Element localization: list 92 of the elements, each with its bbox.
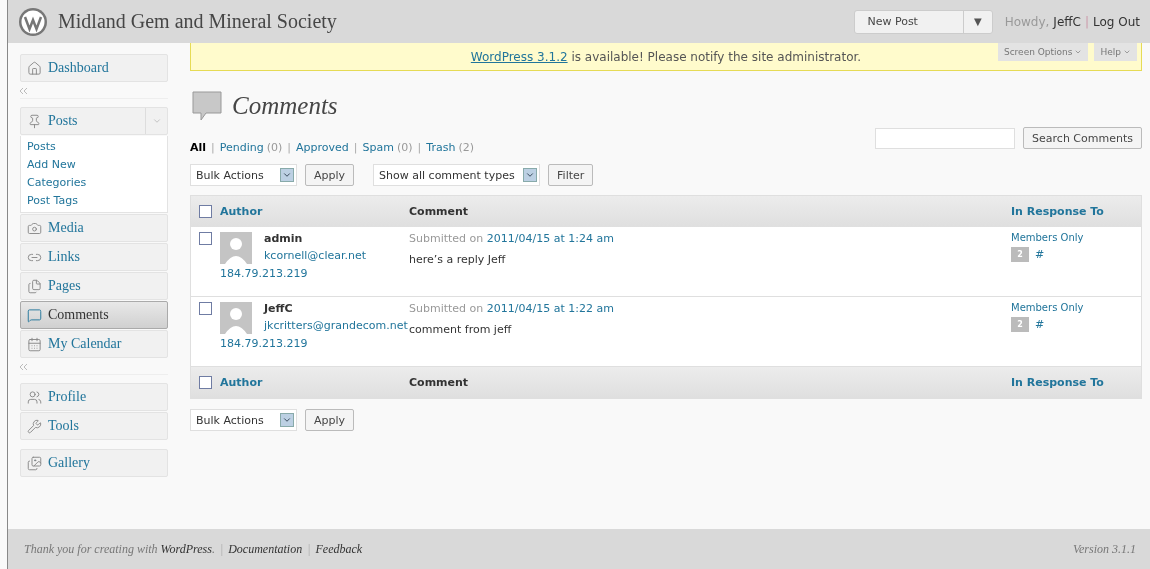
filter-link[interactable]: Pending — [219, 141, 264, 154]
divider: | — [211, 141, 215, 154]
column-header[interactable]: In Response To — [1011, 205, 1141, 218]
filter-link[interactable]: Trash — [426, 141, 456, 154]
footer-credit: Thank you for creating with WordPress. — [24, 541, 215, 557]
column-header: Comment — [409, 205, 470, 218]
filter-count: (0) — [397, 141, 413, 154]
filter-link[interactable]: All — [190, 141, 207, 154]
avatar-icon — [220, 302, 252, 334]
column-header[interactable]: In Response To — [1011, 376, 1141, 389]
select-all-checkbox[interactable] — [199, 376, 212, 390]
bulk-actions-select[interactable]: Bulk Actions — [190, 409, 297, 431]
menu-item[interactable]: Dashboard — [20, 54, 168, 82]
comment-type-select[interactable]: Show all comment types — [373, 164, 541, 186]
column-header[interactable]: Author — [220, 204, 263, 218]
post-link[interactable]: Members Only — [1011, 232, 1141, 243]
menu-item[interactable]: Media — [20, 214, 168, 242]
help-tab[interactable]: Help — [1094, 43, 1137, 61]
user-link[interactable]: JeffC — [1053, 14, 1081, 29]
camera-icon — [27, 220, 42, 236]
images-icon — [27, 455, 42, 471]
row-checkbox[interactable] — [199, 302, 212, 315]
filter-button[interactable]: Filter — [548, 164, 594, 186]
version-text: Version 3.1.1 — [1073, 541, 1136, 557]
row-checkbox[interactable] — [199, 232, 212, 245]
update-link[interactable]: WordPress 3.1.2 — [470, 49, 568, 64]
comment-text: here’s a reply Jeff — [409, 253, 507, 266]
divider: | — [353, 141, 358, 154]
dropdown-toggle[interactable]: ▼ — [962, 10, 992, 33]
author-ip[interactable]: 184.79.213.219 — [220, 267, 409, 280]
apply-button[interactable]: Apply — [305, 164, 355, 186]
apply-button[interactable]: Apply — [305, 409, 355, 431]
submenu-item[interactable]: Categories — [21, 174, 167, 192]
submitted-date: Submitted on 2011/04/15 at 1:24 am — [409, 232, 615, 245]
select-all-checkbox[interactable] — [199, 205, 212, 219]
avatar-icon — [220, 232, 252, 264]
author-email[interactable]: kcornell@clear.net — [264, 249, 366, 262]
search-button[interactable]: Search Comments — [1023, 127, 1142, 149]
house-icon — [27, 60, 42, 76]
divider: | — [307, 541, 311, 557]
bulk-actions-select[interactable]: Bulk Actions — [190, 164, 297, 186]
menu-item[interactable]: Links — [20, 243, 168, 271]
logout-link[interactable]: Log Out — [1093, 14, 1140, 29]
page-title: Comments — [232, 92, 338, 120]
footer-link[interactable]: Feedback — [315, 541, 363, 557]
logo-icon[interactable] — [18, 6, 48, 37]
menu-item[interactable]: Posts — [20, 107, 168, 135]
submenu-item[interactable]: Post Tags — [21, 192, 167, 210]
divider: | — [417, 141, 422, 154]
pin-icon — [27, 113, 42, 129]
author-email[interactable]: jkcritters@grandecom.net — [264, 319, 408, 332]
filter-count: (0) — [266, 141, 283, 154]
divider: | — [1084, 14, 1089, 29]
divider: | — [287, 141, 292, 154]
update-message: WordPress 3.1.2 is available! Please notify the site administrator. — [470, 49, 862, 64]
people-icon — [27, 389, 42, 405]
footer-link[interactable]: Documentation — [228, 541, 303, 557]
filter-link[interactable]: Approved — [296, 141, 349, 154]
tools-icon — [27, 418, 42, 434]
menu-item[interactable]: Gallery — [20, 449, 168, 477]
submitted-date: Submitted on 2011/04/15 at 1:22 am — [409, 302, 615, 315]
author-name: JeffC — [264, 302, 294, 315]
site-title[interactable]: Midland Gem and Mineral Society — [58, 10, 855, 33]
menu-item[interactable]: Pages — [20, 272, 168, 300]
date-link[interactable]: 2011/04/15 at 1:22 am — [486, 302, 614, 315]
divider: | — [219, 541, 224, 557]
filter-count: (2) — [458, 141, 474, 154]
speech-bubble-icon — [190, 89, 224, 123]
column-header: Comment — [409, 376, 470, 389]
submenu-item[interactable]: Posts — [21, 138, 167, 156]
post-link[interactable]: Members Only — [1011, 302, 1141, 313]
permalink[interactable]: # — [1035, 318, 1045, 331]
screen-options-tab[interactable]: Screen Options — [997, 43, 1089, 61]
pages-icon — [27, 278, 42, 294]
speech-bubble-icon — [27, 307, 42, 323]
menu-item[interactable]: My Calendar — [20, 330, 168, 358]
calendar-icon — [27, 336, 42, 352]
author-name: admin — [264, 232, 304, 245]
comment-text: comment from jeff — [409, 323, 513, 336]
menu-item[interactable]: Comments — [20, 301, 168, 329]
search-field[interactable] — [875, 127, 1016, 149]
author-ip[interactable]: 184.79.213.219 — [220, 337, 409, 350]
filter-link[interactable]: Spam — [362, 141, 394, 154]
permalink[interactable]: # — [1035, 248, 1045, 261]
menu-item[interactable]: Tools — [20, 412, 168, 440]
new-post-link[interactable]: New Post — [855, 15, 963, 28]
date-link[interactable]: 2011/04/15 at 1:24 am — [486, 232, 614, 245]
greeting-text: Howdy, — [1004, 14, 1050, 29]
wordpress-link[interactable]: WordPress — [160, 541, 212, 556]
menu-item[interactable]: Profile — [20, 383, 168, 411]
submenu-item[interactable]: Add New — [21, 156, 167, 174]
column-header[interactable]: Author — [220, 375, 263, 389]
